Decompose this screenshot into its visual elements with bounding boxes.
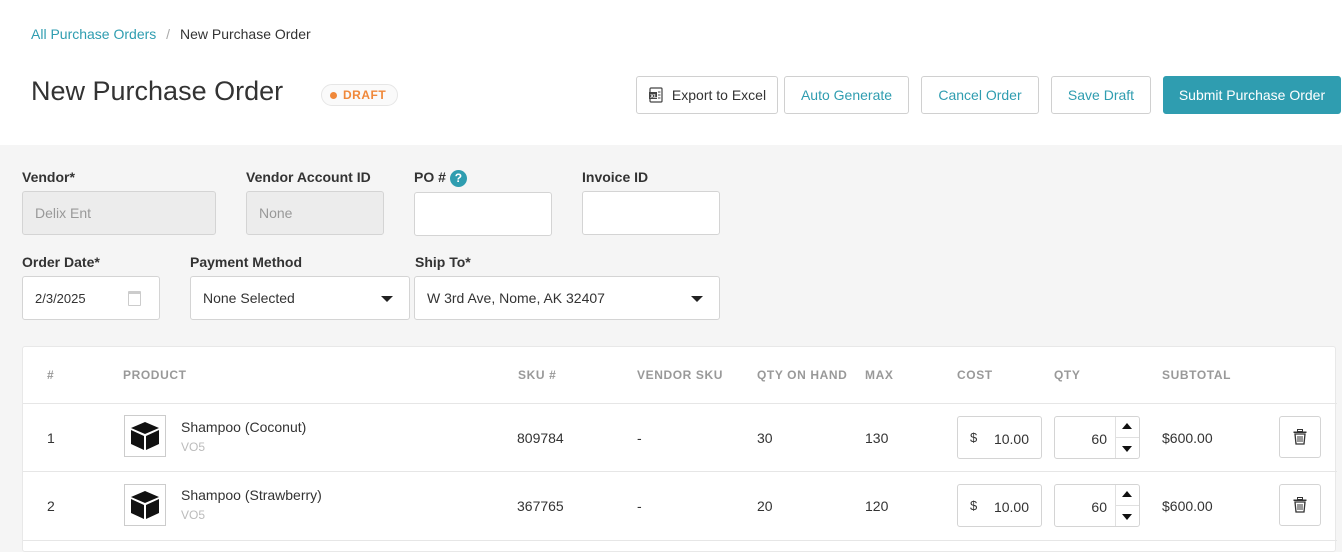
box-icon — [131, 422, 159, 450]
calendar-icon[interactable] — [128, 291, 141, 306]
excel-icon: XLS — [648, 87, 664, 103]
qty-on-hand-value: 20 — [757, 498, 773, 514]
ship-to-label: Ship To* — [415, 254, 471, 270]
col-header-vendor-sku: VENDOR SKU — [637, 368, 724, 382]
increment-icon[interactable] — [1122, 491, 1132, 497]
max-value: 130 — [865, 430, 889, 446]
qty-spinner — [1115, 485, 1139, 526]
col-header-qty-on-hand: QTY ON HAND — [757, 368, 848, 382]
po-number-input[interactable] — [427, 206, 539, 222]
payment-method-value: None Selected — [203, 290, 295, 306]
col-header-num: # — [47, 368, 55, 382]
max-value: 120 — [865, 498, 889, 514]
product-brand: VO5 — [181, 440, 206, 454]
line-items-table: # PRODUCT SKU # VENDOR SKU QTY ON HAND M… — [22, 346, 1337, 552]
col-header-sku: SKU # — [518, 368, 557, 382]
page-header: All Purchase Orders / New Purchase Order… — [0, 0, 1342, 145]
status-dot — [330, 91, 337, 99]
sku-value: 809784 — [517, 430, 564, 446]
row-divider — [23, 540, 1337, 541]
ship-to-select[interactable]: W 3rd Ave, Nome, AK 32407 — [414, 276, 720, 320]
col-header-cost: COST — [957, 368, 993, 382]
order-date-label: Order Date* — [22, 254, 100, 270]
decrement-icon[interactable] — [1122, 514, 1132, 520]
vendor-account-label: Vendor Account ID — [246, 169, 371, 185]
currency-symbol: $ — [970, 430, 978, 445]
breadcrumb-current: New Purchase Order — [179, 26, 311, 42]
qty-value: 60 — [1091, 499, 1107, 515]
invoice-label: Invoice ID — [582, 169, 649, 185]
qty-value: 60 — [1091, 431, 1107, 447]
order-date-value: 2/3/2025 — [35, 290, 86, 306]
decrement-icon[interactable] — [1122, 446, 1132, 452]
box-icon — [131, 491, 159, 519]
product-thumbnail — [124, 415, 166, 457]
export-excel-button[interactable]: XLS Export to Excel — [636, 76, 778, 114]
cost-value: 10.00 — [993, 431, 1029, 447]
spinner-divider — [1116, 437, 1139, 438]
row-divider — [23, 471, 1337, 472]
subtotal-value: $600.00 — [1162, 430, 1213, 446]
ship-to-value: W 3rd Ave, Nome, AK 32407 — [427, 290, 605, 306]
sku-value: 367765 — [517, 498, 564, 514]
trash-icon — [1293, 429, 1307, 445]
vendor-field: Delix Ent — [22, 191, 216, 235]
cancel-order-button[interactable]: Cancel Order — [921, 76, 1039, 114]
status-badge: DRAFT — [321, 84, 399, 106]
col-header-qty: QTY — [1054, 368, 1081, 382]
qty-stepper[interactable]: 60 — [1054, 416, 1140, 459]
cost-input[interactable]: $ 10.00 — [957, 416, 1042, 459]
qty-stepper[interactable]: 60 — [1054, 484, 1140, 527]
vendor-value: Delix Ent — [35, 205, 92, 221]
col-header-product: PRODUCT — [123, 368, 187, 382]
vendor-account-value: None — [259, 205, 293, 221]
row-number: 2 — [47, 498, 55, 514]
invoice-id-field[interactable] — [582, 191, 720, 235]
order-date-field[interactable]: 2/3/2025 — [22, 276, 160, 320]
submit-order-button[interactable]: Submit Purchase Order — [1163, 76, 1341, 114]
breadcrumb-all-orders[interactable]: All Purchase Orders — [31, 26, 156, 42]
increment-icon[interactable] — [1122, 423, 1132, 429]
vendor-label: Vendor* — [22, 169, 75, 185]
vendor-account-field: None — [246, 191, 384, 235]
breadcrumb-separator: / — [166, 26, 171, 42]
auto-generate-button[interactable]: Auto Generate — [784, 76, 909, 114]
status-text: DRAFT — [343, 88, 387, 102]
qty-spinner — [1115, 417, 1139, 458]
trash-icon — [1293, 497, 1307, 513]
product-brand: VO5 — [181, 508, 206, 522]
col-header-max: MAX — [865, 368, 894, 382]
cost-input[interactable]: $ 10.00 — [957, 484, 1042, 527]
po-label: PO # — [414, 169, 446, 185]
delete-row-button[interactable] — [1279, 416, 1321, 458]
vendor-sku-value: - — [637, 430, 642, 446]
help-icon[interactable]: ? — [449, 169, 467, 187]
breadcrumb: All Purchase Orders / New Purchase Order — [31, 26, 311, 42]
payment-method-label: Payment Method — [190, 254, 303, 270]
chevron-down-icon — [381, 296, 393, 302]
product-name[interactable]: Shampoo (Coconut) — [181, 419, 306, 435]
export-excel-label: Export to Excel — [671, 87, 767, 103]
cost-value: 10.00 — [993, 499, 1029, 515]
subtotal-value: $600.00 — [1162, 498, 1213, 514]
po-number-field[interactable] — [414, 192, 552, 236]
page-title: New Purchase Order — [31, 76, 284, 106]
row-number: 1 — [47, 430, 55, 446]
invoice-id-input[interactable] — [595, 205, 707, 221]
spinner-divider — [1116, 505, 1139, 506]
row-divider — [23, 403, 1337, 404]
currency-symbol: $ — [970, 498, 978, 513]
chevron-down-icon — [691, 296, 703, 302]
product-thumbnail — [124, 484, 166, 526]
delete-row-button[interactable] — [1279, 484, 1321, 526]
product-name[interactable]: Shampoo (Strawberry) — [181, 487, 322, 503]
save-draft-button[interactable]: Save Draft — [1051, 76, 1151, 114]
po-label-wrap: PO #? — [414, 169, 467, 187]
qty-on-hand-value: 30 — [757, 430, 773, 446]
payment-method-select[interactable]: None Selected — [190, 276, 410, 320]
col-header-subtotal: SUBTOTAL — [1162, 368, 1232, 382]
vendor-sku-value: - — [637, 498, 642, 514]
